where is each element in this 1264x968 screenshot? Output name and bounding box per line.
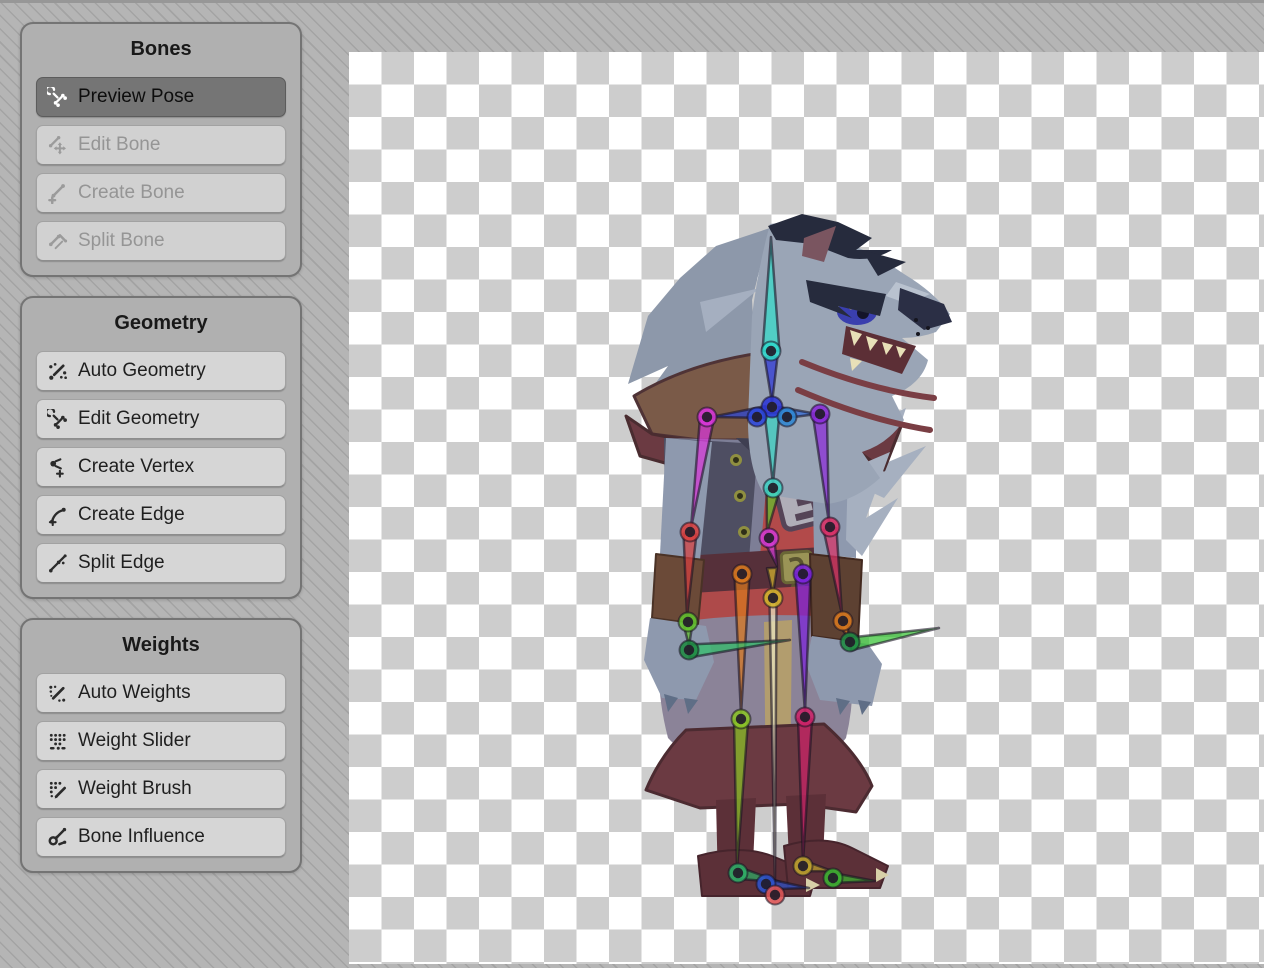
- panel-bones: Bones Preview Pose Edit Bone Create Bone Sp…: [20, 22, 302, 277]
- split-bone-icon: [47, 231, 68, 252]
- create-bone-icon: [47, 183, 68, 204]
- tool-button-bone-influence[interactable]: Bone Influence: [36, 817, 286, 857]
- bone-influence-icon: [47, 827, 68, 848]
- auto-geometry-icon: [47, 361, 68, 382]
- tool-label: Weight Brush: [78, 778, 192, 800]
- skinning-editor: Bones Preview Pose Edit Bone Create Bone Sp…: [0, 0, 1264, 968]
- tool-button-auto-weights[interactable]: Auto Weights: [36, 673, 286, 713]
- tool-button-create-vertex[interactable]: Create Vertex: [36, 447, 286, 487]
- edit-bone-icon: [47, 135, 68, 156]
- tool-label: Weight Slider: [78, 730, 191, 752]
- tool-label: Create Bone: [78, 182, 185, 204]
- panel-title: Bones: [36, 38, 286, 61]
- tool-label: Edit Geometry: [78, 408, 199, 430]
- split-edge-icon: [47, 553, 68, 574]
- tool-label: Create Edge: [78, 504, 185, 526]
- tool-button-auto-geometry[interactable]: Auto Geometry: [36, 351, 286, 391]
- tool-button-split-bone[interactable]: Split Bone: [36, 221, 286, 261]
- tool-label: Auto Geometry: [78, 360, 206, 382]
- tool-button-split-edge[interactable]: Split Edge: [36, 543, 286, 583]
- panel-tools-0: Preview Pose Edit Bone Create Bone Split Bo…: [36, 77, 286, 261]
- tool-button-weight-slider[interactable]: Weight Slider: [36, 721, 286, 761]
- tool-label: Bone Influence: [78, 826, 205, 848]
- create-edge-icon: [47, 505, 68, 526]
- preview-pose-icon: [47, 87, 68, 108]
- canvas-top-edge: [0, 0, 1264, 3]
- tool-label: Split Edge: [78, 552, 165, 574]
- tool-button-weight-brush[interactable]: Weight Brush: [36, 769, 286, 809]
- tool-label: Auto Weights: [78, 682, 191, 704]
- tool-button-edit-bone[interactable]: Edit Bone: [36, 125, 286, 165]
- sprite-canvas[interactable]: [349, 52, 1264, 964]
- panel-tools-1: Auto Geometry Edit Geometry Create Vertex C…: [36, 351, 286, 583]
- auto-weights-icon: [47, 683, 68, 704]
- tool-button-create-edge[interactable]: Create Edge: [36, 495, 286, 535]
- weight-brush-icon: [47, 779, 68, 800]
- panel-tools-2: Auto Weights Weight Slider Weight Brush Bon…: [36, 673, 286, 857]
- edit-geometry-icon: [47, 409, 68, 430]
- panel-weights: Weights Auto Weights Weight Slider Weight …: [20, 618, 302, 873]
- tool-label: Create Vertex: [78, 456, 194, 478]
- tool-label: Edit Bone: [78, 134, 160, 156]
- panel-title: Weights: [36, 634, 286, 657]
- tool-label: Preview Pose: [78, 86, 194, 108]
- tool-button-edit-geometry[interactable]: Edit Geometry: [36, 399, 286, 439]
- weight-slider-icon: [47, 731, 68, 752]
- tool-button-create-bone[interactable]: Create Bone: [36, 173, 286, 213]
- tool-label: Split Bone: [78, 230, 165, 252]
- toolbox: Bones Preview Pose Edit Bone Create Bone Sp…: [20, 22, 302, 873]
- create-vertex-icon: [47, 457, 68, 478]
- panel-geometry: Geometry Auto Geometry Edit Geometry Creat…: [20, 296, 302, 599]
- panel-title: Geometry: [36, 312, 286, 335]
- tool-button-preview-pose[interactable]: Preview Pose: [36, 77, 286, 117]
